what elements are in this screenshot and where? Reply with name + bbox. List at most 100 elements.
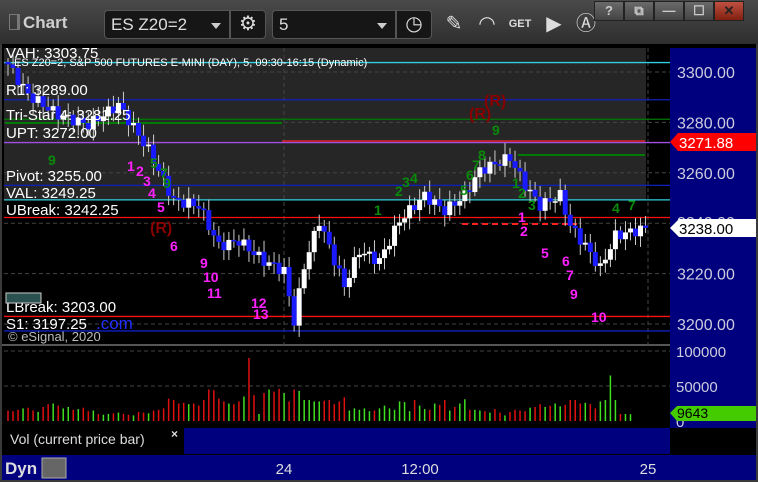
volume-tick: 100000	[676, 344, 726, 361]
sequential-count: 11	[207, 285, 222, 301]
candle	[171, 195, 177, 198]
candle	[497, 164, 503, 166]
candle	[617, 230, 623, 240]
candle	[371, 251, 377, 264]
setup-count: 8	[478, 147, 486, 163]
reversal-marker: (R)	[484, 93, 506, 110]
candle	[286, 266, 292, 297]
candle	[206, 210, 212, 231]
candle	[592, 252, 598, 266]
candle	[316, 225, 322, 231]
sequential-count: 5	[157, 199, 165, 215]
candle	[452, 201, 458, 206]
price-tick: 3200.00	[677, 317, 735, 334]
candle	[301, 269, 307, 289]
candle	[577, 228, 583, 245]
candle	[537, 196, 543, 211]
candle	[607, 249, 613, 260]
sequential-count: 6	[170, 238, 178, 254]
candle	[231, 239, 237, 242]
candle	[582, 242, 588, 245]
candle	[306, 252, 312, 270]
candle	[356, 254, 362, 258]
candle	[457, 201, 463, 206]
candle	[482, 167, 488, 174]
setup-count: 5	[150, 155, 158, 171]
volume-tick: 50000	[676, 379, 718, 396]
candle	[517, 167, 523, 172]
level-label: UPT: 3272.00	[6, 125, 97, 142]
level-label: UBreak: 3242.25	[6, 202, 119, 219]
setup-count: 7	[628, 197, 636, 213]
vol-close-icon[interactable]: ×	[171, 427, 178, 441]
candle	[412, 205, 418, 211]
candle	[532, 189, 538, 197]
setup-count: 9	[492, 122, 500, 138]
sequential-count: 7	[566, 267, 574, 283]
candle	[562, 189, 568, 215]
candle	[211, 230, 217, 236]
sequential-count: 2	[520, 223, 528, 239]
candle	[507, 154, 513, 162]
sequential-count: 10	[203, 269, 219, 285]
price-tick: 3260.00	[677, 166, 735, 183]
candle	[407, 205, 413, 219]
vol-legend: Vol (current price bar)	[10, 431, 145, 447]
candle	[281, 266, 287, 275]
price-chart[interactable]: VAH: 3303.75R1: 3289.00Tri-Star 4: 3281.…	[0, 0, 758, 482]
candle	[266, 262, 272, 266]
candle	[437, 199, 443, 207]
candle	[346, 277, 352, 288]
candle	[181, 199, 187, 208]
candle	[387, 245, 393, 250]
candle	[256, 251, 262, 256]
candle	[136, 122, 142, 136]
candle	[587, 242, 593, 253]
setup-count: 9	[48, 152, 56, 168]
candle	[397, 222, 403, 226]
lock-icon[interactable]	[41, 457, 67, 479]
candle	[557, 189, 563, 202]
candle	[376, 258, 382, 264]
price-axis[interactable]	[670, 48, 756, 428]
candle	[467, 190, 473, 193]
vol-legend-area	[184, 428, 670, 454]
setup-count: 1	[374, 202, 382, 218]
candle	[422, 191, 428, 200]
candle	[261, 251, 267, 266]
sequential-count: 9	[570, 286, 578, 302]
logo-box	[5, 292, 42, 304]
x-tick: 12:00	[401, 461, 439, 478]
level-label: VAL: 3249.25	[6, 185, 96, 202]
candle	[627, 228, 633, 233]
candle	[216, 235, 222, 242]
copyright: © eSignal, 2020	[8, 329, 101, 344]
candle	[246, 239, 252, 252]
candle	[638, 225, 644, 237]
candle	[146, 144, 152, 147]
candle	[622, 232, 628, 240]
price-tick: 3220.00	[677, 267, 735, 284]
candle	[402, 218, 408, 223]
candle	[602, 259, 608, 264]
sequential-count: 1	[127, 158, 135, 174]
x-tick: 24	[276, 461, 293, 478]
candle	[572, 225, 578, 229]
candle	[296, 288, 302, 326]
candle	[311, 230, 317, 253]
candle	[251, 251, 257, 256]
candle	[567, 214, 573, 226]
candle	[432, 199, 438, 205]
candle	[321, 225, 327, 232]
candle	[271, 262, 277, 264]
candle	[382, 249, 387, 259]
candle	[241, 239, 247, 246]
dyn-label[interactable]: Dyn	[5, 459, 37, 478]
candle	[552, 201, 558, 203]
candle	[131, 122, 136, 126]
candle	[221, 241, 227, 251]
candle	[326, 231, 332, 245]
sequential-count: 4	[148, 185, 156, 201]
last-price-value: 3238.00	[679, 221, 733, 238]
price-tick: 3280.00	[677, 115, 735, 132]
